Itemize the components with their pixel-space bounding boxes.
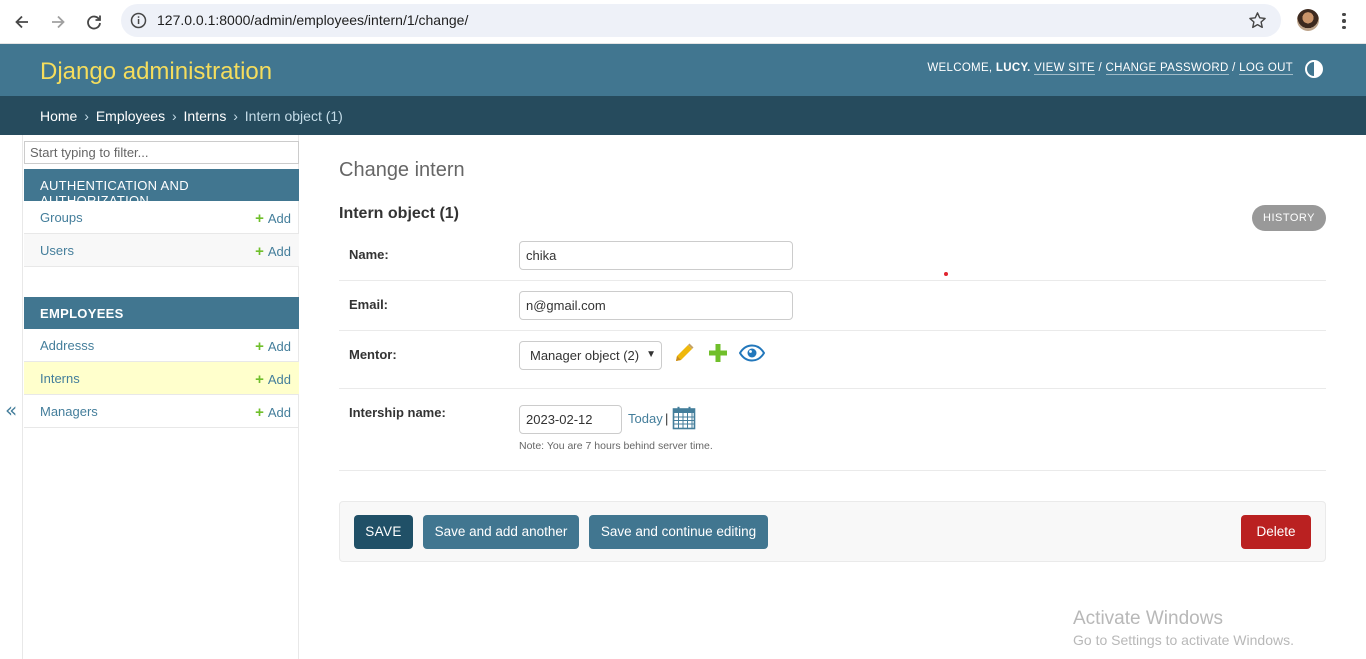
today-separator: |: [665, 411, 669, 426]
add-interns-link[interactable]: + Add: [255, 371, 291, 388]
name-field[interactable]: chika: [519, 241, 793, 270]
email-label: Email:: [349, 297, 389, 312]
save-button[interactable]: SAVE: [354, 515, 413, 549]
save-and-continue-button[interactable]: Save and continue editing: [589, 515, 768, 549]
sidebar-item-users: Users + Add: [24, 234, 299, 267]
cursor-dot: [944, 272, 948, 276]
plus-icon: +: [255, 371, 264, 388]
view-site-link[interactable]: VIEW SITE: [1034, 62, 1095, 75]
edit-pencil-icon[interactable]: [672, 341, 696, 365]
username: LUCY.: [995, 62, 1031, 74]
profile-avatar[interactable]: [1297, 9, 1319, 31]
nav-sidebar: Start typing to filter... AUTHENTICATION…: [22, 135, 299, 659]
app-caption-auth[interactable]: AUTHENTICATION AND AUTHORIZATION: [24, 169, 299, 208]
view-eye-icon[interactable]: [739, 341, 765, 365]
add-addresss-link[interactable]: + Add: [255, 338, 291, 355]
site-branding[interactable]: Django administration: [40, 58, 272, 86]
add-label: Add: [267, 372, 291, 387]
breadcrumb-current: Intern object (1): [244, 108, 343, 124]
add-label: Add: [267, 339, 291, 354]
back-button[interactable]: [10, 10, 34, 34]
breadcrumb-separator: ›: [84, 108, 89, 124]
add-label: Add: [267, 211, 291, 226]
mentor-label: Mentor:: [349, 347, 397, 362]
form-row-mentor: Mentor: Manager object (2) ▼: [339, 331, 1326, 389]
browser-toolbar: 127.0.0.1:8000/admin/employees/intern/1/…: [0, 0, 1366, 44]
today-link[interactable]: Today: [628, 411, 663, 426]
history-button[interactable]: HISTORY: [1252, 205, 1326, 231]
separator: /: [1232, 62, 1236, 74]
sidebar-item-interns: Interns + Add: [24, 362, 299, 395]
sidebar-item-label[interactable]: Interns: [40, 371, 80, 386]
timezone-help-text: Note: You are 7 hours behind server time…: [519, 440, 713, 452]
forward-button[interactable]: [46, 10, 70, 34]
add-label: Add: [267, 244, 291, 259]
reload-icon: [87, 15, 101, 30]
sidebar-collapse-button[interactable]: «: [5, 398, 17, 422]
plus-icon: +: [255, 210, 264, 227]
breadcrumb-separator: ›: [171, 108, 177, 124]
name-label: Name:: [349, 247, 389, 262]
mentor-select[interactable]: Manager object (2) ▼: [519, 341, 662, 370]
separator: /: [1098, 62, 1102, 74]
welcome-text: WELCOME,: [927, 62, 993, 74]
arrow-right-icon: [52, 15, 65, 29]
save-and-add-another-button[interactable]: Save and add another: [423, 515, 579, 549]
add-groups-link[interactable]: + Add: [255, 210, 291, 227]
log-out-link[interactable]: LOG OUT: [1239, 62, 1293, 75]
browser-menu-icon[interactable]: [1336, 10, 1352, 32]
breadcrumb-home[interactable]: Home: [40, 108, 77, 124]
site-header: Django administration WELCOME, LUCY. VIE…: [0, 44, 1366, 96]
sidebar-item-managers: Managers + Add: [24, 395, 299, 428]
object-title: Intern object (1): [339, 205, 460, 222]
internship-date-field[interactable]: 2023-02-12: [519, 405, 622, 434]
reload-button[interactable]: [82, 10, 106, 34]
watermark-subtitle: Go to Settings to activate Windows.: [1073, 632, 1294, 648]
internship-label: Intership name:: [349, 405, 446, 420]
arrow-left-icon: [15, 15, 28, 29]
add-users-link[interactable]: + Add: [255, 243, 291, 260]
form-row-name: Name: chika: [339, 233, 1326, 281]
theme-toggle-icon[interactable]: [1305, 60, 1323, 78]
nav-filter-input[interactable]: Start typing to filter...: [24, 141, 299, 164]
submit-row: SAVE Save and add another Save and conti…: [339, 501, 1326, 562]
page-title: Change intern: [339, 159, 465, 181]
form-row-email: Email: n@gmail.com: [339, 281, 1326, 331]
chevron-down-icon: ▼: [646, 349, 656, 360]
plus-icon: +: [255, 338, 264, 355]
sidebar-item-label[interactable]: Users: [40, 243, 74, 258]
plus-icon: +: [255, 404, 264, 421]
email-field[interactable]: n@gmail.com: [519, 291, 793, 320]
add-label: Add: [267, 405, 291, 420]
sidebar-item-groups: Groups + Add: [24, 201, 299, 234]
add-plus-icon[interactable]: [706, 341, 730, 365]
breadcrumb-employees[interactable]: Employees: [96, 108, 165, 124]
address-bar[interactable]: 127.0.0.1:8000/admin/employees/intern/1/…: [121, 4, 1281, 37]
sidebar-item-label[interactable]: Groups: [40, 210, 83, 225]
breadcrumb-separator: ›: [233, 108, 238, 124]
site-info-icon[interactable]: [130, 12, 147, 29]
bookmark-star-icon[interactable]: [1248, 11, 1267, 30]
watermark-title: Activate Windows: [1073, 608, 1223, 629]
activate-windows-watermark: Activate Windows Go to Settings to activ…: [1073, 608, 1294, 648]
delete-button[interactable]: Delete: [1241, 515, 1311, 549]
breadcrumb: Home › Employees › Interns › Intern obje…: [0, 96, 1366, 135]
breadcrumb-interns[interactable]: Interns: [184, 108, 227, 124]
change-password-link[interactable]: CHANGE PASSWORD: [1105, 62, 1229, 75]
user-tools: WELCOME, LUCY. VIEW SITE / CHANGE PASSWO…: [927, 62, 1293, 75]
url-text: 127.0.0.1:8000/admin/employees/intern/1/…: [157, 12, 469, 28]
sidebar-item-addresss: Addresss + Add: [24, 329, 299, 362]
form-row-internship: Intership name: 2023-02-12 Today | Note:…: [339, 389, 1326, 471]
sidebar-item-label[interactable]: Managers: [40, 404, 98, 419]
mentor-selected-value: Manager object (2): [530, 348, 640, 363]
plus-icon: +: [255, 243, 264, 260]
sidebar-item-label[interactable]: Addresss: [40, 338, 94, 353]
app-caption-employees[interactable]: EMPLOYEES: [24, 297, 299, 329]
add-managers-link[interactable]: + Add: [255, 404, 291, 421]
calendar-icon[interactable]: [672, 406, 696, 430]
